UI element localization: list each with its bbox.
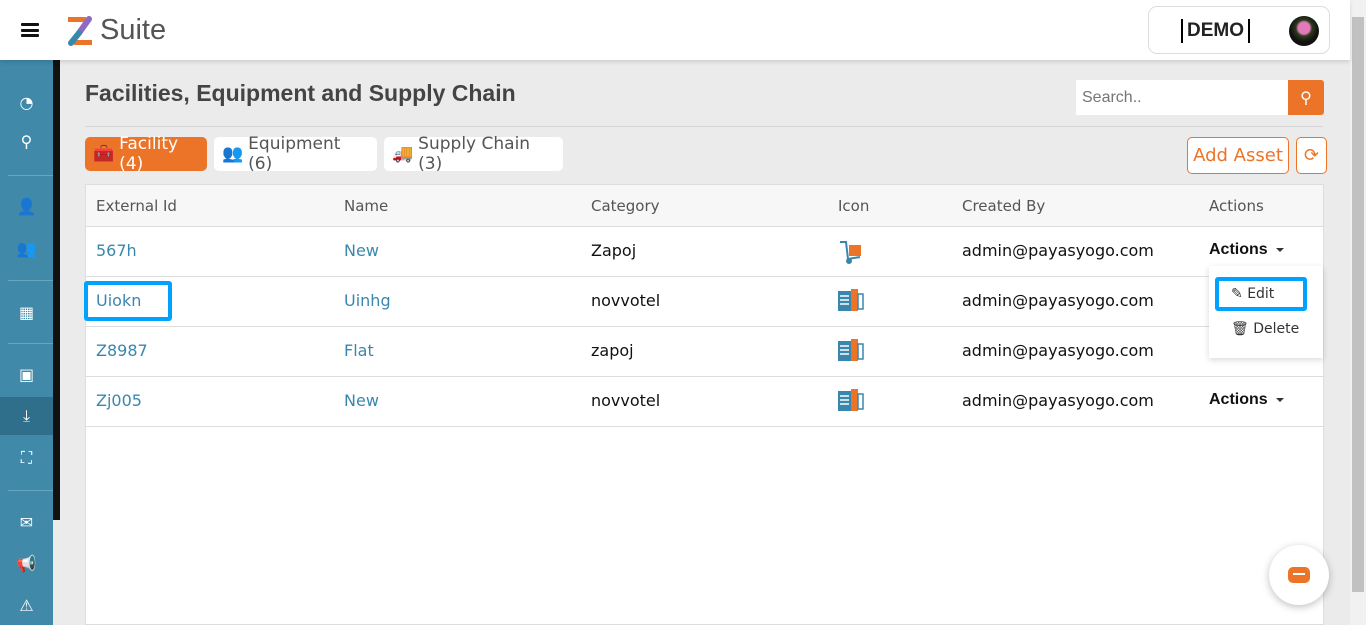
demo-label: DEMO [1181, 19, 1250, 43]
scrollbar[interactable] [1350, 0, 1366, 625]
highlight-box [84, 281, 172, 321]
delete-menu-item[interactable]: 🗑 Delete [1231, 321, 1299, 337]
refresh-button[interactable]: ⟳ [1296, 137, 1327, 174]
category: novvotel [591, 391, 661, 410]
tab-equipment[interactable]: 👥 Equipment (6) [214, 134, 377, 174]
created-by: admin@payasyogo.com [962, 341, 1154, 360]
sidebar: ◔ ⚲ 👤 👥 ▦ ▣ ⤓ ⛶ ✉ 📢 ⚠ [0, 60, 53, 625]
assets-hand-icon[interactable]: ⤓ [0, 397, 53, 435]
truck-icon: 🚚 [392, 144, 414, 164]
hand-truck-icon [838, 239, 864, 269]
table-row: 567h New Zapoj admin@payasyogo.com Actio… [86, 227, 1323, 277]
app-name: Suite [100, 14, 167, 46]
external-id-link[interactable]: Zj005 [96, 391, 142, 410]
category: zapoj [591, 341, 634, 360]
table-row: Zj005 New novvotel admin@payasyogo.com A… [86, 377, 1323, 427]
sitemap-icon[interactable]: ⛶ [0, 439, 53, 477]
z-logo-icon [68, 15, 92, 46]
building-icon [838, 289, 864, 315]
location-pin-icon[interactable]: ⚲ [0, 122, 53, 160]
highlight-box [1215, 277, 1307, 311]
external-id-link[interactable]: Z8987 [96, 341, 148, 360]
caret-down-icon [1275, 247, 1284, 252]
account-switcher[interactable]: DEMO [1148, 6, 1330, 54]
actions-dropdown-button[interactable]: Actions [1209, 241, 1284, 259]
column-name[interactable]: Name [344, 197, 388, 215]
building-icon [838, 389, 864, 415]
hamburger-menu-icon[interactable] [21, 23, 39, 37]
name-link[interactable]: New [344, 241, 379, 260]
logo[interactable]: Suite [66, 14, 166, 47]
table-row: Uiokn Uinhg novvotel admin@payasyogo.com [86, 277, 1323, 327]
column-icon: Icon [838, 197, 870, 215]
created-by: admin@payasyogo.com [962, 391, 1154, 410]
dashboard-icon[interactable]: ◔ [0, 83, 53, 121]
refresh-icon: ⟳ [1303, 145, 1320, 166]
toolbox-icon: 🧰 [93, 144, 115, 164]
name-link[interactable]: Flat [344, 341, 374, 360]
divider [85, 126, 1323, 127]
column-category[interactable]: Category [591, 197, 660, 215]
users-group-icon[interactable]: 👥 [0, 229, 53, 267]
calendar-icon[interactable]: ▦ [0, 293, 53, 331]
caret-down-icon [1275, 397, 1284, 402]
chat-icon [1288, 567, 1310, 583]
column-created-by[interactable]: Created By [962, 197, 1045, 215]
avatar[interactable] [1289, 16, 1319, 46]
contact-book-icon[interactable]: ▣ [0, 355, 53, 393]
actions-dropdown-button[interactable]: Actions [1209, 391, 1284, 409]
name-link[interactable]: New [344, 391, 379, 410]
top-header: Suite DEMO [0, 0, 1350, 60]
name-link[interactable]: Uinhg [344, 291, 391, 310]
page-title: Facilities, Equipment and Supply Chain [85, 80, 516, 106]
search-icon: ⚲ [1300, 88, 1312, 107]
building-icon [838, 339, 864, 365]
people-carry-icon: 👥 [222, 144, 244, 164]
category: novvotel [591, 291, 661, 310]
sidebar-edge [53, 60, 60, 520]
tab-facility[interactable]: 🧰 Facility (4) [85, 134, 207, 174]
envelope-icon[interactable]: ✉ [0, 503, 53, 541]
column-actions: Actions [1209, 197, 1264, 215]
table-header: External Id Name Category Icon Created B… [86, 185, 1323, 227]
created-by: admin@payasyogo.com [962, 241, 1154, 260]
megaphone-icon[interactable]: 📢 [0, 544, 53, 582]
column-external-id[interactable]: External Id [96, 197, 177, 215]
chat-button[interactable] [1269, 545, 1329, 605]
tab-supply-chain[interactable]: 🚚 Supply Chain (3) [384, 134, 563, 174]
category: Zapoj [591, 241, 637, 260]
search-button[interactable]: ⚲ [1288, 80, 1324, 115]
add-asset-button[interactable]: Add Asset [1187, 137, 1289, 174]
search-input[interactable] [1076, 80, 1288, 115]
table-row: Z8987 Flat zapoj admin@payasyogo.com [86, 327, 1323, 377]
user-icon[interactable]: 👤 [0, 187, 53, 225]
assets-table: External Id Name Category Icon Created B… [85, 184, 1324, 625]
trash-icon: 🗑 [1231, 321, 1249, 337]
external-id-link[interactable]: 567h [96, 241, 137, 260]
scrollbar-thumb[interactable] [1352, 17, 1364, 592]
created-by: admin@payasyogo.com [962, 291, 1154, 310]
warning-icon[interactable]: ⚠ [0, 586, 53, 624]
